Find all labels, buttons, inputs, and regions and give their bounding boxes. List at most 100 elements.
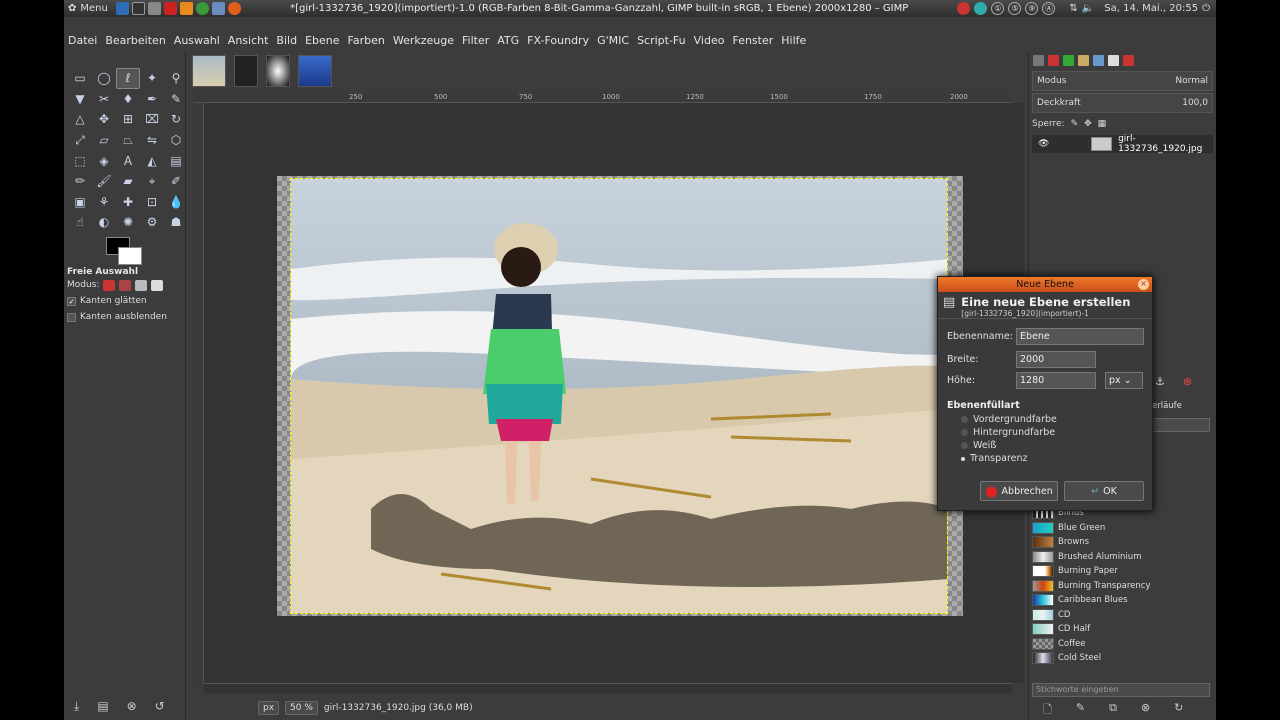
blend-icon[interactable]: ▤ bbox=[164, 150, 188, 171]
power-icon[interactable]: ⏻ bbox=[1202, 3, 1210, 14]
menu-gmic[interactable]: G'MIC bbox=[593, 34, 633, 51]
gradient-item[interactable]: Browns bbox=[1032, 535, 1202, 550]
smudge-icon[interactable]: ☝ bbox=[68, 212, 92, 233]
image-tab-blue[interactable] bbox=[298, 55, 332, 87]
ok-button[interactable]: ↵ OK bbox=[1064, 481, 1144, 501]
image-layer[interactable] bbox=[277, 176, 963, 616]
horizontal-scrollbar[interactable] bbox=[204, 683, 1012, 693]
color-picker-icon[interactable]: ✎ bbox=[164, 89, 188, 110]
gradient-item[interactable]: Brushed Aluminium bbox=[1032, 550, 1202, 565]
perspective-icon[interactable]: ⏢ bbox=[116, 130, 140, 151]
undo-tab-icon[interactable] bbox=[1078, 54, 1089, 66]
scale-icon[interactable]: ⤢ bbox=[68, 130, 92, 151]
rect-select-icon[interactable]: ▭ bbox=[68, 68, 92, 89]
paths-icon[interactable]: ✒ bbox=[140, 89, 164, 110]
menu-fx-foundry[interactable]: FX-Foundry bbox=[523, 34, 593, 51]
align-icon[interactable]: ⊞ bbox=[116, 109, 140, 130]
bucket-fill-icon[interactable]: ◭ bbox=[140, 150, 164, 171]
files-icon[interactable] bbox=[116, 2, 129, 15]
image-tab-beach[interactable] bbox=[192, 55, 226, 87]
layer-mode-select[interactable]: Modus Normal bbox=[1032, 71, 1213, 91]
gimp-icon[interactable] bbox=[212, 2, 225, 15]
delete-options-icon[interactable]: ⊗ bbox=[127, 699, 137, 714]
gradient-item[interactable]: Burning Paper bbox=[1032, 564, 1202, 579]
filezilla-icon[interactable] bbox=[164, 2, 177, 15]
menu-werkzeuge[interactable]: Werkzeuge bbox=[389, 34, 458, 51]
workspace-a-icon[interactable]: Ⓐ bbox=[1042, 2, 1056, 15]
menu-datei[interactable]: Datei bbox=[64, 34, 101, 51]
brushes-tab-icon[interactable] bbox=[1093, 54, 1104, 66]
workspace-1-icon[interactable]: ① bbox=[991, 2, 1005, 15]
delete-layer-icon[interactable]: ⊗ bbox=[1183, 375, 1192, 388]
fuzzy-select-icon[interactable]: ✦ bbox=[140, 68, 164, 89]
new-gradient-icon[interactable]: 🗋 bbox=[1043, 701, 1052, 720]
restore-options-icon[interactable]: ▤ bbox=[97, 699, 108, 714]
volume-icon[interactable]: 🔈 bbox=[1082, 3, 1094, 14]
menu-filter[interactable]: Filter bbox=[458, 34, 493, 51]
scissors-icon[interactable]: ✂ bbox=[92, 89, 116, 110]
layers-tab-icon[interactable] bbox=[1033, 54, 1044, 66]
unified-transform-icon[interactable]: ⬚ bbox=[68, 150, 92, 171]
gradient-item[interactable]: Blue Green bbox=[1032, 521, 1202, 536]
ellipse-select-icon[interactable]: ◯ bbox=[92, 68, 116, 89]
clock[interactable]: Sa, 14. Mai., 20:55 bbox=[1104, 3, 1198, 14]
eraser-icon[interactable]: ▰ bbox=[116, 171, 140, 192]
dodge-burn-icon[interactable]: ◐ bbox=[92, 212, 116, 233]
canvas[interactable] bbox=[204, 103, 1012, 683]
select-by-color-icon[interactable]: ▼ bbox=[68, 89, 92, 110]
foreground-select-icon[interactable]: ♦ bbox=[116, 89, 140, 110]
firefox-icon[interactable] bbox=[228, 2, 241, 15]
fill-option-white[interactable]: Weiß bbox=[947, 439, 1057, 452]
cancel-button[interactable]: ⬤ Abbrechen bbox=[980, 481, 1058, 501]
zoom-select[interactable]: 50 % bbox=[285, 701, 318, 715]
network-icon[interactable]: ⇅ bbox=[1069, 3, 1077, 14]
gradient-item[interactable]: CD bbox=[1032, 608, 1202, 623]
blur-icon[interactable]: 💧 bbox=[164, 192, 188, 213]
move-icon[interactable]: ✥ bbox=[92, 109, 116, 130]
mode-replace-icon[interactable] bbox=[103, 279, 116, 291]
gradient-search-input[interactable]: Stichworte eingeben bbox=[1032, 683, 1210, 697]
mode-add-icon[interactable] bbox=[119, 279, 132, 291]
airbrush-icon[interactable]: ⌖ bbox=[140, 171, 164, 192]
patterns-tab-icon[interactable] bbox=[1108, 54, 1119, 66]
vlc-icon[interactable] bbox=[180, 2, 193, 15]
clone-icon[interactable]: ⚘ bbox=[92, 192, 116, 213]
flip-icon[interactable]: ⇋ bbox=[140, 130, 164, 151]
color-selector[interactable] bbox=[106, 237, 146, 269]
gegl-icon[interactable]: ✺ bbox=[116, 212, 140, 233]
paths-tab-icon[interactable] bbox=[1063, 54, 1074, 66]
edit-gradient-icon[interactable]: ✎ bbox=[1076, 701, 1085, 720]
unit-dropdown[interactable]: px ⌄ bbox=[1105, 372, 1143, 389]
layer-item[interactable]: 👁 girl-1332736_1920.jpg bbox=[1032, 134, 1213, 154]
menu-farben[interactable]: Farben bbox=[344, 34, 389, 51]
mypaint-brush-icon[interactable]: ▣ bbox=[68, 192, 92, 213]
menu-video[interactable]: Video bbox=[690, 34, 729, 51]
feather-checkbox[interactable] bbox=[67, 312, 76, 322]
warp-icon[interactable]: ◈ bbox=[92, 150, 116, 171]
workspace-9-icon[interactable]: ⑨ bbox=[1025, 2, 1039, 15]
gradient-item[interactable]: CD Half bbox=[1032, 622, 1202, 637]
paintbrush-icon[interactable]: 🖌 bbox=[92, 171, 116, 192]
menu-fenster[interactable]: Fenster bbox=[728, 34, 777, 51]
ink-icon[interactable]: ✐ bbox=[164, 171, 188, 192]
fill-option-background[interactable]: Hintergrundfarbe bbox=[947, 426, 1057, 439]
save-options-icon[interactable]: ⤓ bbox=[74, 699, 79, 714]
menu-script-fu[interactable]: Script-Fu bbox=[633, 34, 690, 51]
visibility-eye-icon[interactable]: 👁 bbox=[1038, 139, 1049, 149]
height-input[interactable]: 1280 bbox=[1016, 372, 1096, 389]
reset-options-icon[interactable]: ↺ bbox=[155, 699, 165, 714]
pencil-icon[interactable]: ✏ bbox=[68, 171, 92, 192]
fill-option-foreground[interactable]: Vordergrundfarbe bbox=[947, 413, 1057, 426]
delete-gradient-icon[interactable]: ⊗ bbox=[1141, 701, 1150, 720]
system-menu-button[interactable]: ✿ Menu bbox=[64, 3, 116, 14]
perspective-clone-icon[interactable]: ⊡ bbox=[140, 192, 164, 213]
menu-hilfe[interactable]: Hilfe bbox=[777, 34, 810, 51]
rotate-icon[interactable]: ↻ bbox=[164, 109, 188, 130]
unit-select[interactable]: px bbox=[258, 701, 280, 715]
menu-bild[interactable]: Bild bbox=[272, 34, 301, 51]
refresh-icon[interactable]: ↻ bbox=[1174, 701, 1183, 720]
mode-subtract-icon[interactable] bbox=[135, 279, 148, 291]
zoom-icon[interactable]: ⚲ bbox=[164, 68, 188, 89]
measure-icon[interactable]: △ bbox=[68, 109, 92, 130]
free-select-icon[interactable]: ℓ bbox=[116, 68, 140, 89]
